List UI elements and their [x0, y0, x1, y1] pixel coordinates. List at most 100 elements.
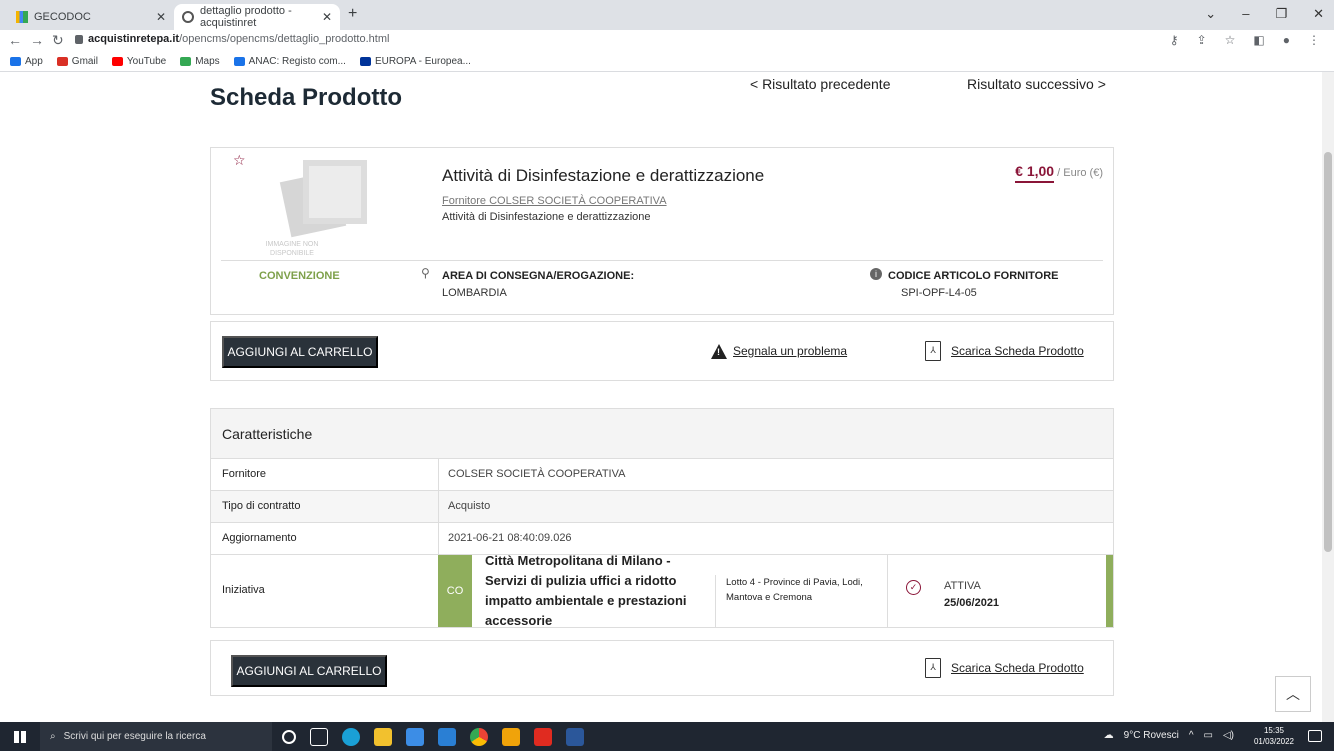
- back-arrow-icon[interactable]: ←: [8, 32, 22, 48]
- notification-icon[interactable]: [1308, 730, 1322, 742]
- apps-grid-icon: [10, 57, 21, 66]
- windows-start-icon[interactable]: [14, 731, 26, 743]
- supplier-link[interactable]: Fornitore COLSER SOCIETÀ COOPERATIVA: [442, 195, 667, 207]
- edge-icon[interactable]: [342, 728, 360, 746]
- url-field[interactable]: acquistinretepa.it/opencms/opencms/detta…: [88, 33, 389, 45]
- share-icon[interactable]: ⇪: [1197, 33, 1207, 47]
- youtube-icon: [111, 57, 123, 66]
- bookmark-anac[interactable]: ANAC: Registo com...: [233, 56, 346, 67]
- restore-icon[interactable]: ❐: [1275, 6, 1287, 22]
- outlook-icon[interactable]: [502, 728, 520, 746]
- location-pin-icon: ⚲: [421, 266, 430, 280]
- lock-icon[interactable]: [75, 35, 83, 44]
- next-result-link[interactable]: Risultato successivo >: [967, 76, 1106, 92]
- tray-chevron-up-icon[interactable]: ^: [1189, 730, 1194, 741]
- gecodoc-favicon-icon: [16, 11, 28, 23]
- profile-icon[interactable]: ●: [1283, 33, 1290, 47]
- bookmark-gmail[interactable]: Gmail: [56, 56, 98, 67]
- network-icon[interactable]: ▭: [1204, 730, 1213, 741]
- maps-icon: [180, 57, 192, 66]
- previous-result-link[interactable]: < Risultato precedente: [750, 76, 890, 92]
- price-value: € 1,00: [1015, 163, 1055, 183]
- initiative-name-link[interactable]: Città Metropolitana di Milano - Servizi …: [485, 551, 711, 631]
- search-icon: ⌕: [50, 731, 56, 742]
- table-row: Fornitore COLSER SOCIETÀ COOPERATIVA: [211, 459, 1113, 491]
- new-tab-plus-icon[interactable]: +: [348, 5, 357, 23]
- weather-icon[interactable]: ☁: [1104, 730, 1114, 741]
- tab-gecodoc[interactable]: GECODOC ✕: [8, 4, 174, 30]
- file-explorer-icon[interactable]: [374, 728, 392, 746]
- row-key: Aggiornamento: [222, 532, 297, 544]
- page-scrollbar[interactable]: [1322, 72, 1334, 722]
- store-icon[interactable]: [406, 728, 424, 746]
- delivery-area-label: AREA DI CONSEGNA/EROGAZIONE:: [442, 270, 635, 282]
- initiative-badge: CO: [438, 555, 472, 627]
- row-value: Acquisto: [448, 500, 491, 512]
- volume-icon[interactable]: ◁): [1223, 730, 1234, 741]
- image-unavailable-text: IMMAGINE NON DISPONIBILE: [265, 241, 319, 257]
- chrome-icon[interactable]: [470, 728, 488, 746]
- close-window-icon[interactable]: ✕: [1313, 6, 1324, 22]
- characteristics-header: Caratteristiche: [211, 409, 1113, 459]
- windows-taskbar: ⌕ Scrivi qui per eseguire la ricerca ☁ 9…: [0, 722, 1334, 751]
- bookmark-app[interactable]: App: [10, 56, 43, 67]
- close-tab-icon[interactable]: ✕: [156, 10, 166, 24]
- acrobat-icon[interactable]: [534, 728, 552, 746]
- word-icon[interactable]: [566, 728, 584, 746]
- add-to-cart-button[interactable]: AGGIUNGI AL CARRELLO: [231, 655, 387, 687]
- browser-toolbar-icons: ⚷ ⇪ ☆ ◧ ● ⋮: [1170, 33, 1320, 47]
- warning-icon: !: [711, 344, 727, 359]
- forward-arrow-icon[interactable]: →: [30, 32, 44, 48]
- supplier-code-value: SPI-OPF-L4-05: [901, 287, 977, 299]
- reload-icon[interactable]: ↻: [52, 32, 64, 49]
- address-bar-row: ← → ↻ acquistinretepa.it/opencms/opencms…: [0, 30, 1334, 52]
- pdf-icon: ⅄: [925, 341, 941, 361]
- mail-icon[interactable]: [438, 728, 456, 746]
- initiative-lot: Lotto 4 - Province di Pavia, Lodi, Manto…: [715, 575, 885, 627]
- download-product-sheet-link[interactable]: Scarica Scheda Prodotto: [951, 344, 1084, 358]
- download-product-sheet-link[interactable]: Scarica Scheda Prodotto: [951, 661, 1084, 675]
- product-name: Attività di Disinfestazione e derattizza…: [442, 166, 765, 185]
- close-tab-icon[interactable]: ✕: [322, 10, 332, 24]
- task-view-icon[interactable]: [310, 728, 328, 746]
- star-bookmark-icon[interactable]: ☆: [1225, 33, 1236, 47]
- row-key: Iniziativa: [222, 584, 265, 596]
- cortana-icon[interactable]: [282, 730, 296, 744]
- weather-text[interactable]: 9°C Rovesci: [1124, 730, 1179, 741]
- status-label: ATTIVA: [944, 580, 981, 592]
- sidepanel-icon[interactable]: ◧: [1253, 33, 1264, 47]
- url-domain: acquistinretepa.it: [88, 33, 180, 45]
- bookmark-europa[interactable]: EUROPA - Europea...: [359, 56, 471, 67]
- anac-icon: [233, 57, 245, 66]
- product-type-label: CONVENZIONE: [259, 270, 340, 282]
- chevron-up-icon: ︿: [1286, 686, 1300, 702]
- scrollbar-thumb[interactable]: [1324, 152, 1332, 552]
- report-problem-link[interactable]: Segnala un problema: [733, 344, 847, 358]
- browser-tab-bar: GECODOC ✕ dettaglio prodotto - acquistin…: [0, 0, 1334, 30]
- tab-dettaglio-prodotto[interactable]: dettaglio prodotto - acquistinret ✕: [174, 4, 340, 30]
- table-row: Tipo di contratto Acquisto: [211, 491, 1113, 523]
- clock-time: 15:35: [1263, 726, 1284, 735]
- divider: [221, 260, 1103, 261]
- characteristics-table: Caratteristiche Fornitore COLSER SOCIETÀ…: [210, 408, 1114, 628]
- back-to-top-button[interactable]: ︿: [1275, 676, 1311, 712]
- bookmark-youtube[interactable]: YouTube: [111, 56, 166, 67]
- key-icon[interactable]: ⚷: [1170, 33, 1179, 47]
- info-icon: i: [870, 268, 882, 280]
- chevron-down-icon[interactable]: ⌄: [1205, 6, 1216, 22]
- row-key: Fornitore: [222, 468, 267, 480]
- check-circle-icon: ✓: [906, 580, 921, 595]
- minimize-icon[interactable]: –: [1242, 6, 1249, 22]
- bookmarks-bar: App Gmail YouTube Maps ANAC: Registo com…: [0, 52, 1334, 72]
- kebab-menu-icon[interactable]: ⋮: [1308, 33, 1320, 47]
- star-favorite-icon[interactable]: ☆: [233, 152, 246, 169]
- bookmark-maps[interactable]: Maps: [180, 56, 220, 67]
- clock[interactable]: 15:35 01/03/2022: [1254, 725, 1294, 747]
- taskbar-apps: [282, 728, 584, 746]
- initiative-status: ✓ ATTIVA 25/06/2021: [887, 555, 1107, 627]
- row-value: COLSER SOCIETÀ COOPERATIVA: [448, 468, 626, 480]
- taskbar-search[interactable]: ⌕ Scrivi qui per eseguire la ricerca: [40, 722, 272, 751]
- add-to-cart-button[interactable]: AGGIUNGI AL CARRELLO: [222, 336, 378, 368]
- gmail-icon: [56, 57, 68, 66]
- tab-title: GECODOC: [34, 11, 91, 23]
